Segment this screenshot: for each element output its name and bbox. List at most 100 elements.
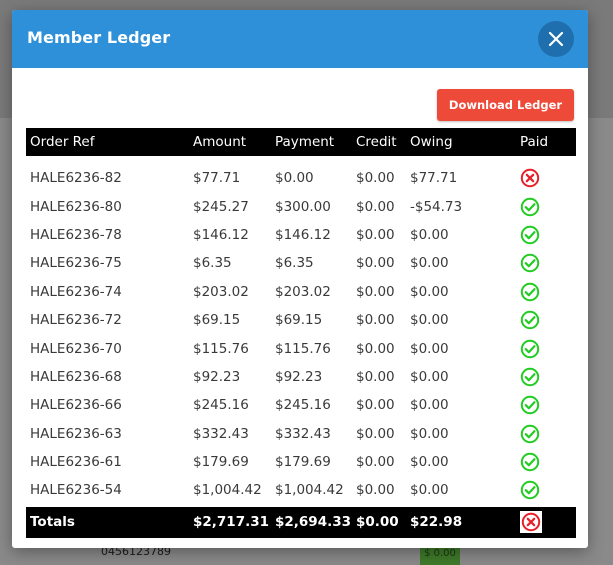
credit-cell: $0.00 xyxy=(356,198,395,215)
paid-cell xyxy=(516,476,576,506)
paid-cell xyxy=(516,306,576,334)
totals-credit: $0.00 xyxy=(352,506,406,538)
amount-cell: $1,004.42 xyxy=(193,482,262,499)
paid-cell xyxy=(516,420,576,448)
x-circle-icon xyxy=(520,168,540,188)
paid-cell xyxy=(516,334,576,362)
close-button[interactable] xyxy=(538,21,574,57)
owing-cell: $0.00 xyxy=(410,226,449,243)
table-row: HALE6236-80 $245.27 $300.00 $0.00 -$54.73 xyxy=(26,192,576,220)
check-circle-icon xyxy=(520,310,540,330)
order-ref-cell: HALE6236-66 xyxy=(30,397,122,414)
order-ref-cell: HALE6236-54 xyxy=(30,482,122,499)
credit-cell: $0.00 xyxy=(356,425,395,442)
close-icon xyxy=(548,31,564,47)
download-ledger-button[interactable]: Download Ledger xyxy=(437,89,574,121)
table-row: HALE6236-78 $146.12 $146.12 $0.00 $0.00 xyxy=(26,221,576,249)
check-circle-icon xyxy=(520,282,540,302)
payment-cell: $300.00 xyxy=(275,198,331,215)
modal-title: Member Ledger xyxy=(27,28,171,47)
owing-cell: $0.00 xyxy=(410,255,449,272)
column-header-amount: Amount xyxy=(189,128,271,156)
column-header-payment: Payment xyxy=(271,128,352,156)
credit-cell: $0.00 xyxy=(356,340,395,357)
credit-cell: $0.00 xyxy=(356,283,395,300)
payment-cell: $203.02 xyxy=(275,283,331,300)
ledger-body: HALE6236-82 $77.71 $0.00 $0.00 $77.71 HALE623… xyxy=(26,156,576,507)
paid-cell xyxy=(516,192,576,220)
payment-cell: $0.00 xyxy=(275,170,314,187)
totals-paid-cell xyxy=(516,506,576,538)
credit-cell: $0.00 xyxy=(356,482,395,499)
check-circle-icon xyxy=(520,367,540,387)
credit-cell: $0.00 xyxy=(356,255,395,272)
owing-cell: $77.71 xyxy=(410,170,458,187)
check-circle-icon xyxy=(520,253,540,273)
amount-cell: $92.23 xyxy=(193,368,241,385)
totals-label: Totals xyxy=(26,506,189,538)
table-row: HALE6236-74 $203.02 $203.02 $0.00 $0.00 xyxy=(26,278,576,306)
owing-cell: $0.00 xyxy=(410,454,449,471)
order-ref-cell: HALE6236-78 xyxy=(30,226,122,243)
check-circle-icon xyxy=(520,197,540,217)
order-ref-cell: HALE6236-75 xyxy=(30,255,122,272)
totals-amount: $2,717.31 xyxy=(189,506,271,538)
ledger-header-row: Order Ref Amount Payment Credit Owing Pa… xyxy=(26,128,576,156)
column-header-order-ref: Order Ref xyxy=(26,128,189,156)
table-row: HALE6236-63 $332.43 $332.43 $0.00 $0.00 xyxy=(26,420,576,448)
table-row: HALE6236-54 $1,004.42 $1,004.42 $0.00 $0.00 xyxy=(26,476,576,506)
ledger-table: Order Ref Amount Payment Credit Owing Pa… xyxy=(26,128,576,538)
owing-cell: -$54.73 xyxy=(410,198,463,215)
order-ref-cell: HALE6236-80 xyxy=(30,198,122,215)
amount-cell: $6.35 xyxy=(193,255,232,272)
order-ref-cell: HALE6236-82 xyxy=(30,170,122,187)
check-circle-icon xyxy=(520,424,540,444)
order-ref-cell: HALE6236-61 xyxy=(30,454,122,471)
amount-cell: $245.27 xyxy=(193,198,249,215)
payment-cell: $1,004.42 xyxy=(275,482,344,499)
owing-cell: $0.00 xyxy=(410,482,449,499)
paid-cell xyxy=(516,391,576,419)
check-circle-icon xyxy=(520,480,540,500)
paid-cell xyxy=(516,221,576,249)
paid-cell xyxy=(516,249,576,277)
amount-cell: $115.76 xyxy=(193,340,249,357)
payment-cell: $146.12 xyxy=(275,226,331,243)
owing-cell: $0.00 xyxy=(410,397,449,414)
totals-row: Totals $2,717.31 $2,694.33 $0.00 $22.98 xyxy=(26,506,576,538)
payment-cell: $179.69 xyxy=(275,454,331,471)
order-ref-cell: HALE6236-72 xyxy=(30,312,122,329)
check-circle-icon xyxy=(520,452,540,472)
paid-cell xyxy=(516,363,576,391)
owing-cell: $0.00 xyxy=(410,425,449,442)
amount-cell: $245.16 xyxy=(193,397,249,414)
amount-cell: $146.12 xyxy=(193,226,249,243)
table-row: HALE6236-75 $6.35 $6.35 $0.00 $0.00 xyxy=(26,249,576,277)
owing-cell: $0.00 xyxy=(410,368,449,385)
x-circle-icon xyxy=(520,511,542,534)
check-circle-icon xyxy=(520,225,540,245)
payment-cell: $332.43 xyxy=(275,425,331,442)
amount-cell: $203.02 xyxy=(193,283,249,300)
table-row: HALE6236-66 $245.16 $245.16 $0.00 $0.00 xyxy=(26,391,576,419)
check-circle-icon xyxy=(520,339,540,359)
paid-cell xyxy=(516,448,576,476)
member-ledger-modal: Member Ledger Download Ledger Order Ref … xyxy=(12,10,588,548)
modal-header: Member Ledger xyxy=(12,10,588,68)
amount-cell: $69.15 xyxy=(193,312,241,329)
amount-cell: $77.71 xyxy=(193,170,241,187)
order-ref-cell: HALE6236-63 xyxy=(30,425,122,442)
credit-cell: $0.00 xyxy=(356,312,395,329)
credit-cell: $0.00 xyxy=(356,397,395,414)
column-header-credit: Credit xyxy=(352,128,406,156)
table-row: HALE6236-70 $115.76 $115.76 $0.00 $0.00 xyxy=(26,334,576,362)
paid-cell xyxy=(516,164,576,192)
table-row: HALE6236-82 $77.71 $0.00 $0.00 $77.71 xyxy=(26,164,576,192)
credit-cell: $0.00 xyxy=(356,368,395,385)
payment-cell: $115.76 xyxy=(275,340,331,357)
paid-cell xyxy=(516,278,576,306)
order-ref-cell: HALE6236-74 xyxy=(30,283,122,300)
totals-payment: $2,694.33 xyxy=(271,506,352,538)
credit-cell: $0.00 xyxy=(356,170,395,187)
table-row: HALE6236-68 $92.23 $92.23 $0.00 $0.00 xyxy=(26,363,576,391)
